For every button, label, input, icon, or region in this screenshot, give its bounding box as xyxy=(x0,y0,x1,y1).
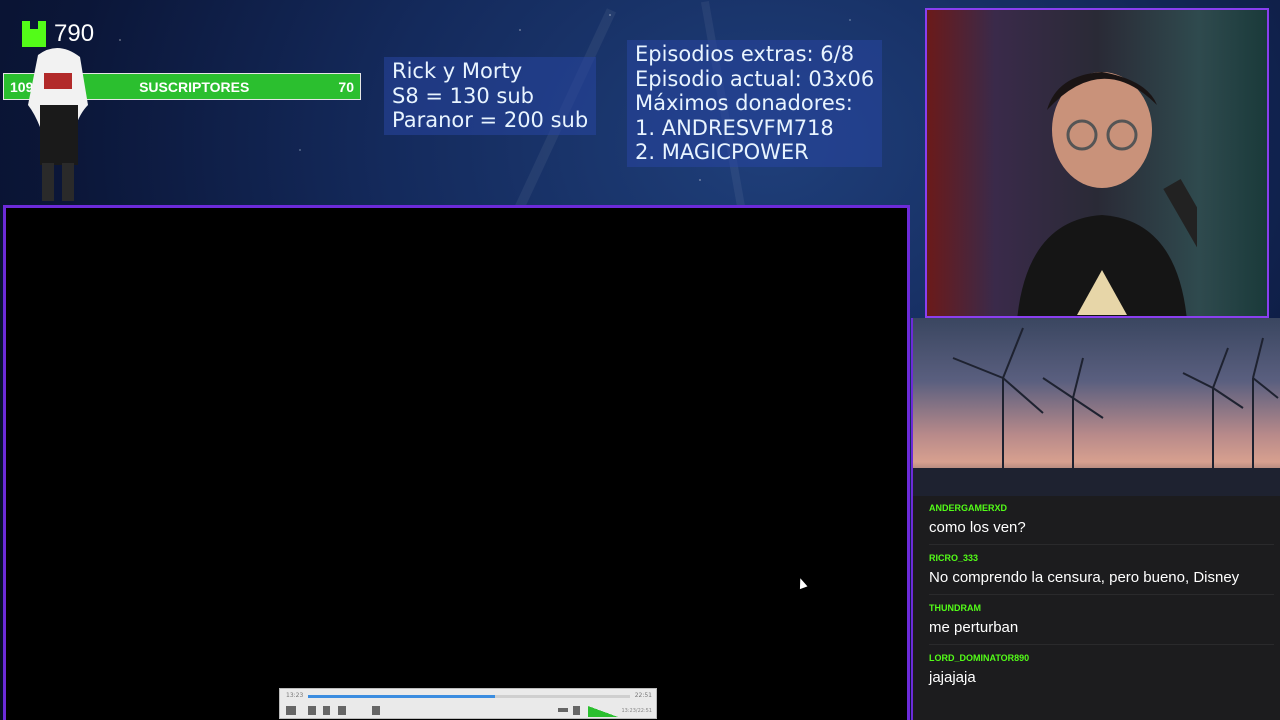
chat-username: THUNDRAM xyxy=(929,603,981,613)
info-line: Rick y Morty xyxy=(392,59,523,83)
prev-icon[interactable] xyxy=(308,706,316,715)
volume-slider[interactable] xyxy=(588,706,618,717)
chat-username: LORD_DOMINATOR890 xyxy=(929,653,1030,663)
seek-bar-fill xyxy=(308,695,495,698)
chat-message: RICRO_333 No comprendo la censura, pero … xyxy=(929,548,1274,595)
info-line: Episodios extras: 6/8 xyxy=(635,42,855,66)
anime-character-avatar xyxy=(28,47,88,201)
next-icon[interactable] xyxy=(338,706,346,715)
chat-username: ANDERGAMERXD xyxy=(929,503,1008,513)
mouse-cursor-icon xyxy=(796,576,808,590)
seek-bar[interactable] xyxy=(308,695,630,698)
info-line: Paranor = 200 sub xyxy=(392,108,589,132)
stop-icon[interactable] xyxy=(323,706,330,715)
episode-info: Episodios extras: 6/8 Episodio actual: 0… xyxy=(627,40,883,167)
chat-text: jajajaja xyxy=(929,669,976,686)
kick-count: 790 xyxy=(54,20,95,47)
chat-text: como los ven? xyxy=(929,519,1026,536)
rick-morty-goals: Rick y Morty S8 = 130 sub Paranor = 200 … xyxy=(384,57,597,135)
kick-follower-counter: 790 xyxy=(22,20,94,48)
loop-icon[interactable] xyxy=(558,708,568,712)
elapsed-time: 13:23 xyxy=(286,692,304,699)
sub-goal-target: 70 xyxy=(338,78,354,95)
webcam-feed xyxy=(925,8,1269,318)
info-line: S8 = 130 sub xyxy=(392,83,534,108)
chat-text: No comprendo la censura, pero bueno, Dis… xyxy=(929,569,1240,586)
wind-turbines-background xyxy=(911,318,1280,498)
chat-panel: ANDERGAMERXD como los ven? RICRO_333 No … xyxy=(911,496,1280,720)
pause-icon[interactable] xyxy=(286,706,296,715)
info-line: Máximos donadores: xyxy=(635,91,853,115)
kick-logo-icon xyxy=(22,21,46,47)
total-time: 22:51 xyxy=(634,692,652,699)
video-player-area[interactable]: 13:23 22:51 13:23/22:51 xyxy=(3,205,910,720)
volume-icon[interactable] xyxy=(573,706,580,715)
info-line: 1. ANDRESVFM718 xyxy=(635,115,834,140)
streamer-person xyxy=(1017,72,1197,316)
chat-message: ANDERGAMERXD como los ven? xyxy=(929,498,1274,545)
chat-text: me perturban xyxy=(929,619,1019,636)
chat-username: RICRO_333 xyxy=(929,553,979,563)
chat-message: LORD_DOMINATOR890 jajajaja xyxy=(929,648,1274,694)
media-player-controls[interactable]: 13:23 22:51 13:23/22:51 xyxy=(279,688,657,719)
fullscreen-icon[interactable] xyxy=(372,706,380,715)
chat-message: THUNDRAM me perturban xyxy=(929,598,1274,645)
clock-readout: 13:23/22:51 xyxy=(621,708,652,714)
info-line: Episodio actual: 03x06 xyxy=(635,66,875,91)
wind-turbines-drawing xyxy=(913,327,1280,498)
info-line: 2. MAGICPOWER xyxy=(635,140,809,164)
